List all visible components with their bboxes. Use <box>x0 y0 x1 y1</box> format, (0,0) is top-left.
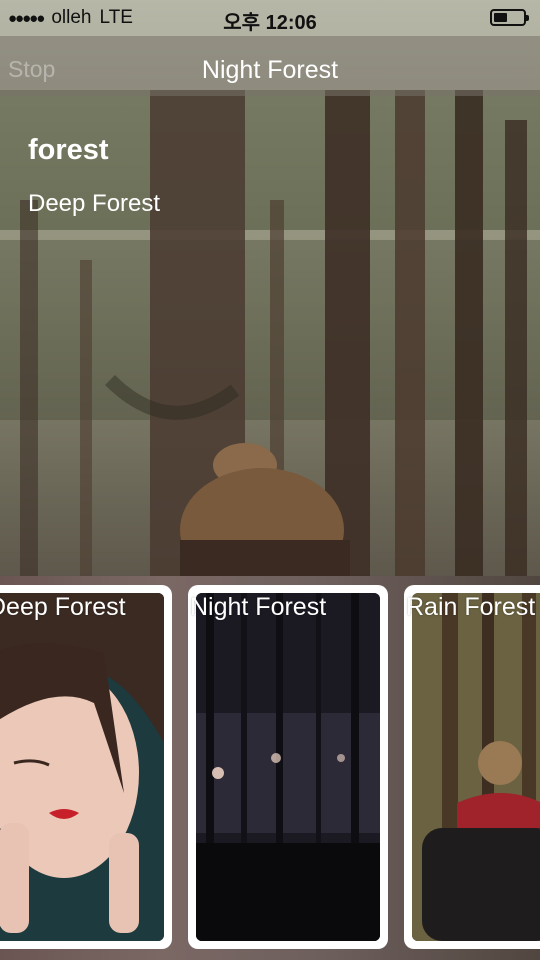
page-title: Night Forest <box>201 56 339 84</box>
card-rain-forest[interactable]: Rain Forest <box>404 585 540 949</box>
card-label: Rain Forest <box>406 593 536 621</box>
card-image <box>196 593 380 941</box>
hero-title: forest <box>28 134 109 166</box>
navigation-bar: Stop Night Forest <box>0 36 540 96</box>
card-image <box>0 593 164 941</box>
card-deep-forest[interactable]: Deep Forest <box>0 585 172 949</box>
card-night-forest[interactable]: Night Forest <box>188 585 388 949</box>
hero-subtitle: Deep Forest <box>28 190 161 217</box>
card-label: Deep Forest <box>0 593 126 621</box>
battery-fill <box>494 13 507 22</box>
card-image <box>412 593 540 941</box>
battery-icon <box>490 9 529 26</box>
card-label: Night Forest <box>190 593 327 621</box>
status-time: 오후 12:06 <box>223 12 317 34</box>
status-bar: ●●●●● olleh LTE 오후 12:06 <box>0 0 540 36</box>
